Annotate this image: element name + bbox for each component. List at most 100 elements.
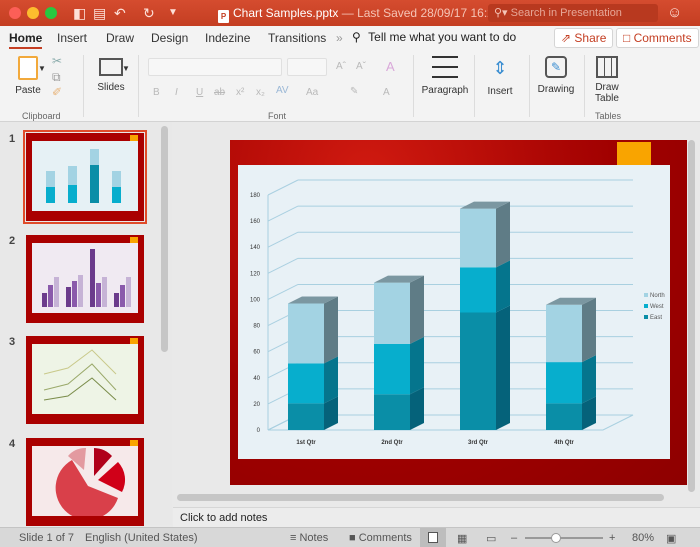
slides-chevron-icon[interactable]: ▼ [122,64,130,73]
tab-draw[interactable]: Draw [106,31,134,45]
thumbnail-scrollbar[interactable] [161,126,168,352]
slide-thumbnail-4[interactable] [26,438,144,526]
zoom-slider[interactable] [525,533,603,543]
grid-view-icon: ▦ [457,533,468,545]
format-painter-icon[interactable]: ✐ [52,85,62,99]
shrink-font-icon[interactable]: Aˇ [356,61,366,72]
more-tabs-chevron-icon[interactable]: » [336,31,343,45]
tab-transitions[interactable]: Transitions [268,31,326,45]
paste-options-chevron-icon[interactable]: ▼ [38,64,46,73]
paragraph-lines-icon [432,56,458,78]
title-separator: — [338,6,358,20]
zoom-slider-thumb[interactable] [551,533,562,543]
highlight-icon[interactable]: ✎ [350,86,358,97]
notes-pane[interactable]: Click to add notes [173,507,700,527]
search-placeholder: Search in Presentation [510,7,622,19]
slide-thumbnail-2[interactable] [26,235,144,323]
paragraph-label: Paragraph [421,85,469,96]
thumbnail-chart [32,344,138,414]
normal-view-button[interactable] [420,528,446,547]
save-icon[interactable]: ▤ [93,5,106,21]
grow-font-icon[interactable]: Aˆ [336,61,346,72]
save-status: Last Saved 28/09/17 16:21 [357,6,501,20]
thumbnail-number: 2 [9,235,16,247]
legend-label: West [650,304,664,310]
slide-thumbnail-3[interactable] [26,336,144,424]
chart-area[interactable]: 0 20 40 60 80 100 120 140 160 180 1st Qtr 2nd Qtr 3r… [238,165,670,459]
bold-button[interactable]: B [153,87,160,98]
editor-vertical-scrollbar[interactable] [688,140,695,492]
minimize-window-button[interactable] [27,7,39,19]
share-button[interactable]: ⇗ Share [554,28,614,48]
slide-thumbnail-1[interactable] [23,130,147,224]
thumbnail-number: 4 [9,438,16,450]
font-size-select[interactable] [287,58,327,76]
pptx-file-icon: P [218,10,229,23]
redo-icon[interactable]: ↻ [143,5,155,21]
tab-home[interactable]: Home [9,31,43,49]
x-tick-label: 1st Qtr [296,440,316,446]
cut-icon[interactable]: ✂ [52,54,62,68]
tell-me-box[interactable]: ⚲ Tell me what you want to do [352,30,516,44]
bar-segment-east [546,403,582,430]
x-tick-label: 4th Qtr [554,440,574,446]
customize-toolbar-icon[interactable]: ▼ [168,5,178,21]
bar-segment-east [460,312,496,430]
drawing-button[interactable]: ✎ Drawing [534,56,578,95]
paragraph-button[interactable]: Paragraph [420,56,470,96]
font-group-label: Font [268,111,287,121]
clear-formatting-icon[interactable]: A [386,59,395,74]
slide-sorter-button[interactable]: ▦ [457,532,467,545]
slide-count: Slide 1 of 7 [19,532,75,544]
thumb-lines-svg [43,349,117,401]
file-name: Chart Samples.pptx [233,6,339,20]
comments-button[interactable]: □ Comments [616,28,699,48]
bar-segment-east [288,403,324,430]
close-window-button[interactable] [9,7,21,19]
editor-horizontal-scrollbar[interactable] [177,494,664,501]
y-tick-label: 160 [250,219,261,225]
thumbnail-chart [32,446,138,520]
bar-side-west [324,356,338,404]
draw-table-button[interactable]: Draw Table [590,56,624,104]
orange-accent [617,142,651,166]
strikethrough-button[interactable]: ab [214,87,225,98]
thumb-pie-svg [55,447,126,520]
bar-segment-west [460,267,496,313]
zoom-in-button[interactable]: + [609,532,615,544]
share-icon: ⇗ [561,31,572,45]
zoom-out-button[interactable]: – [511,532,517,544]
italic-button[interactable]: I [175,87,178,98]
character-spacing-button[interactable]: AV [276,85,289,96]
thumb-bars-svg [46,149,121,203]
sidebar-toggle-icon[interactable]: ◧ [73,5,86,21]
zoom-level[interactable]: 80% [632,532,654,544]
tab-design[interactable]: Design [151,31,188,45]
comments-toggle[interactable]: ■ Comments [349,532,412,544]
slideshow-button[interactable]: ▭ [486,532,496,545]
drawing-label: Drawing [537,84,575,95]
undo-icon[interactable]: ↶ [114,5,126,21]
search-input[interactable]: ⚲▾ Search in Presentation [488,4,658,22]
legend-label: North [650,293,665,299]
superscript-button[interactable]: x² [236,87,244,98]
bar-segment-north [374,282,410,344]
tab-insert[interactable]: Insert [57,31,87,45]
copy-icon[interactable]: ⧉ [52,70,61,85]
insert-button[interactable]: ⇕ Insert [480,56,520,97]
change-case-button[interactable]: Aa [306,87,318,98]
y-tick-label: 80 [253,324,260,330]
font-color-icon[interactable]: A [383,87,390,98]
tab-indezine[interactable]: Indezine [205,31,250,45]
subscript-button[interactable]: x₂ [256,87,265,98]
paste-button[interactable]: Paste [10,56,46,96]
fit-to-window-icon[interactable]: ▣ [666,532,676,545]
underline-button[interactable]: U [196,87,203,98]
comments-toggle-label: Comments [358,532,412,544]
language[interactable]: English (United States) [85,532,198,544]
notes-toggle[interactable]: ≡ Notes [290,532,328,544]
font-name-select[interactable] [148,58,282,76]
bar-segment-north [546,304,582,363]
zoom-window-button[interactable] [45,7,57,19]
feedback-smiley-icon[interactable]: ☺ [667,4,682,21]
